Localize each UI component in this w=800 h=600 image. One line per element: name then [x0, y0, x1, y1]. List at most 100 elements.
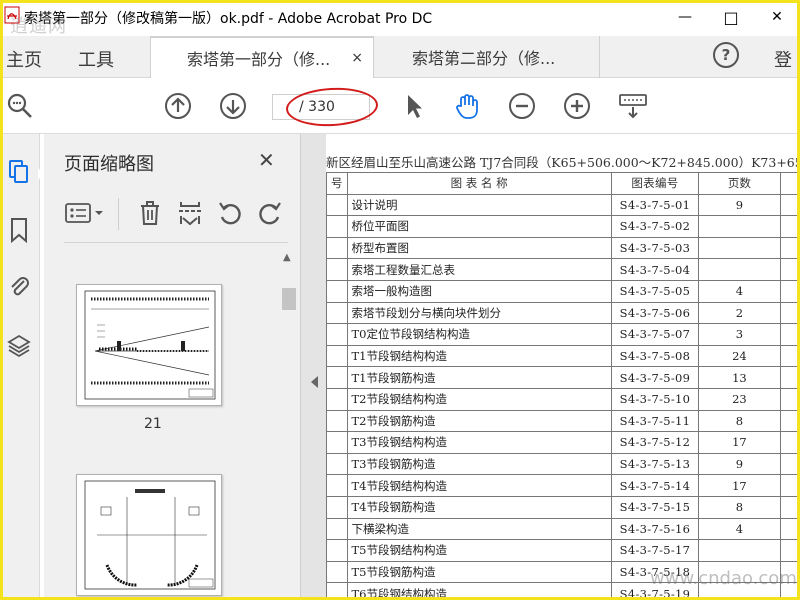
extra-cell [779, 323, 800, 346]
drawing-name-cell: 桥位平面图 [346, 215, 612, 238]
help-button[interactable]: ? [713, 42, 739, 68]
page-thumbnails-icon[interactable] [6, 158, 32, 186]
page-up-icon[interactable] [164, 92, 192, 120]
scroll-up-arrow-icon[interactable]: ▲ [283, 252, 291, 263]
drawing-code-cell: S4-3-7-5-10 [610, 387, 700, 411]
table-row: 下横梁构造 S4-3-7-5-16 4 [326, 517, 800, 541]
panel-close-icon[interactable]: ✕ [258, 148, 275, 172]
document-tab-label: 索塔第二部分（修... [412, 49, 556, 68]
attachment-icon[interactable] [6, 272, 32, 300]
drawing-code-cell: S4-3-7-5-05 [610, 279, 700, 303]
document-tab-inactive[interactable]: 索塔第二部分（修... [376, 36, 600, 78]
scrollbar-thumb[interactable] [282, 288, 296, 310]
page-count-cell: 24 [698, 344, 781, 368]
extra-cell [779, 193, 800, 217]
thumbnail-options-button[interactable] [64, 198, 108, 228]
table-row: 索塔一般构造图 S4-3-7-5-05 4 [326, 279, 800, 303]
extra-cell [779, 301, 800, 325]
page-number-field[interactable]: / 330 [272, 94, 370, 120]
drawing-name-cell: 设计说明 [346, 193, 612, 217]
drawing-name-cell: T3节段钢筋构造 [346, 452, 612, 476]
table-row: 设计说明 S4-3-7-5-01 9 [326, 193, 800, 217]
zoom-out-icon[interactable] [508, 92, 536, 120]
minimize-button[interactable]: — [662, 0, 708, 34]
extra-cell [779, 474, 800, 497]
drawing-code-cell: S4-3-7-5-15 [610, 495, 700, 519]
page-count-cell [698, 236, 781, 260]
drawing-code-cell: S4-3-7-5-17 [610, 539, 700, 562]
document-view[interactable]: 新区经眉山至乐山高速公路 TJ7合同段（K65+506.000～K72+845.… [326, 134, 800, 600]
delete-page-icon[interactable] [136, 198, 164, 228]
close-icon: ✕ [771, 9, 783, 25]
row-number-cell [326, 431, 348, 454]
keyboard-scroll-icon[interactable] [618, 92, 648, 120]
drawing-name-cell: T1节段钢筋构造 [346, 366, 612, 389]
page-down-icon[interactable] [219, 92, 247, 120]
page-count-cell: 2 [698, 301, 781, 325]
page-count-cell: 8 [698, 495, 781, 519]
toolbar: / 330 [0, 78, 800, 134]
column-header-code: 图表编号 [610, 172, 700, 195]
document-tab-active[interactable]: 索塔第一部分（修... × [150, 36, 374, 78]
panel-collapse-handle[interactable] [300, 134, 326, 600]
extra-cell [779, 409, 800, 433]
thumbnail-page-number: 21 [144, 416, 162, 432]
table-row: T1节段钢结构构造 S4-3-7-5-08 24 [326, 344, 800, 368]
table-row: T0定位节段钢结构构造 S4-3-7-5-07 3 [326, 323, 800, 346]
extract-page-icon[interactable] [176, 198, 204, 228]
left-navigation-rail [0, 134, 40, 600]
table-row: 索塔工程数量汇总表 S4-3-7-5-04 [326, 258, 800, 281]
toolbar-divider [118, 198, 119, 230]
tab-bar: 主页 工具 索塔第一部分（修... × 索塔第二部分（修... ? 登 [0, 36, 800, 78]
maximize-icon: □ [723, 7, 739, 27]
row-number-cell [326, 539, 348, 562]
tab-close-icon[interactable]: × [351, 50, 363, 66]
drawing-code-cell: S4-3-7-5-16 [610, 517, 700, 541]
row-number-cell [326, 215, 348, 238]
table-row: 桥型布置图 S4-3-7-5-03 [326, 236, 800, 260]
extra-cell [779, 366, 800, 389]
extra-cell [779, 279, 800, 303]
drawing-name-cell: T2节段钢结构构造 [346, 387, 612, 411]
row-number-cell [326, 323, 348, 346]
rotate-counterclockwise-icon[interactable] [216, 198, 244, 228]
drawing-code-cell: S4-3-7-5-01 [610, 193, 700, 217]
table-row: T2节段钢筋构造 S4-3-7-5-11 8 [326, 409, 800, 433]
select-arrow-icon[interactable] [400, 92, 428, 120]
drawing-name-cell: T0定位节段钢结构构造 [346, 323, 612, 346]
drawing-name-cell: T4节段钢结构构造 [346, 474, 612, 497]
row-number-cell [326, 409, 348, 433]
drawing-name-cell: 索塔工程数量汇总表 [346, 258, 612, 281]
extra-cell [779, 387, 800, 411]
page-count-cell: 3 [698, 323, 781, 346]
minimize-icon: — [678, 9, 692, 25]
layers-icon[interactable] [6, 332, 32, 360]
drawing-code-cell: S4-3-7-5-14 [610, 474, 700, 497]
page-thumbnails-panel: 页面缩略图 ✕ 21 ▲ [44, 134, 300, 600]
hand-tool-icon[interactable] [453, 92, 481, 120]
collapse-left-arrow-icon[interactable] [311, 376, 318, 388]
extra-cell [779, 495, 800, 519]
tab-tools[interactable]: 工具 [78, 46, 114, 72]
extra-cell [779, 431, 800, 454]
document-header-line: 新区经眉山至乐山高速公路 TJ7合同段（K65+506.000～K72+845.… [326, 155, 800, 170]
bookmark-icon[interactable] [6, 216, 32, 244]
extra-cell [779, 258, 800, 281]
zoom-in-icon[interactable] [563, 92, 591, 120]
help-icon: ? [721, 46, 731, 64]
drawing-name-cell: T4节段钢筋构造 [346, 495, 612, 519]
page-thumbnail[interactable] [76, 474, 222, 596]
tab-home[interactable]: 主页 [6, 46, 42, 72]
sign-in-link[interactable]: 登 [774, 46, 792, 72]
page-thumbnail[interactable] [76, 284, 222, 406]
row-number-cell [326, 258, 348, 281]
row-number-cell [326, 387, 348, 411]
drawing-name-cell: T2节段钢筋构造 [346, 409, 612, 433]
window-title: 索塔第一部分（修改稿第一版）ok.pdf - Adobe Acrobat Pro… [24, 11, 433, 27]
rotate-clockwise-icon[interactable] [256, 198, 284, 228]
close-window-button[interactable]: ✕ [754, 0, 800, 34]
zoom-search-icon[interactable] [6, 92, 34, 120]
thumbnail-scrollbar[interactable]: ▲ [280, 246, 296, 600]
maximize-button[interactable]: □ [708, 0, 754, 34]
drawing-name-cell: T5节段钢结构构造 [346, 539, 612, 562]
